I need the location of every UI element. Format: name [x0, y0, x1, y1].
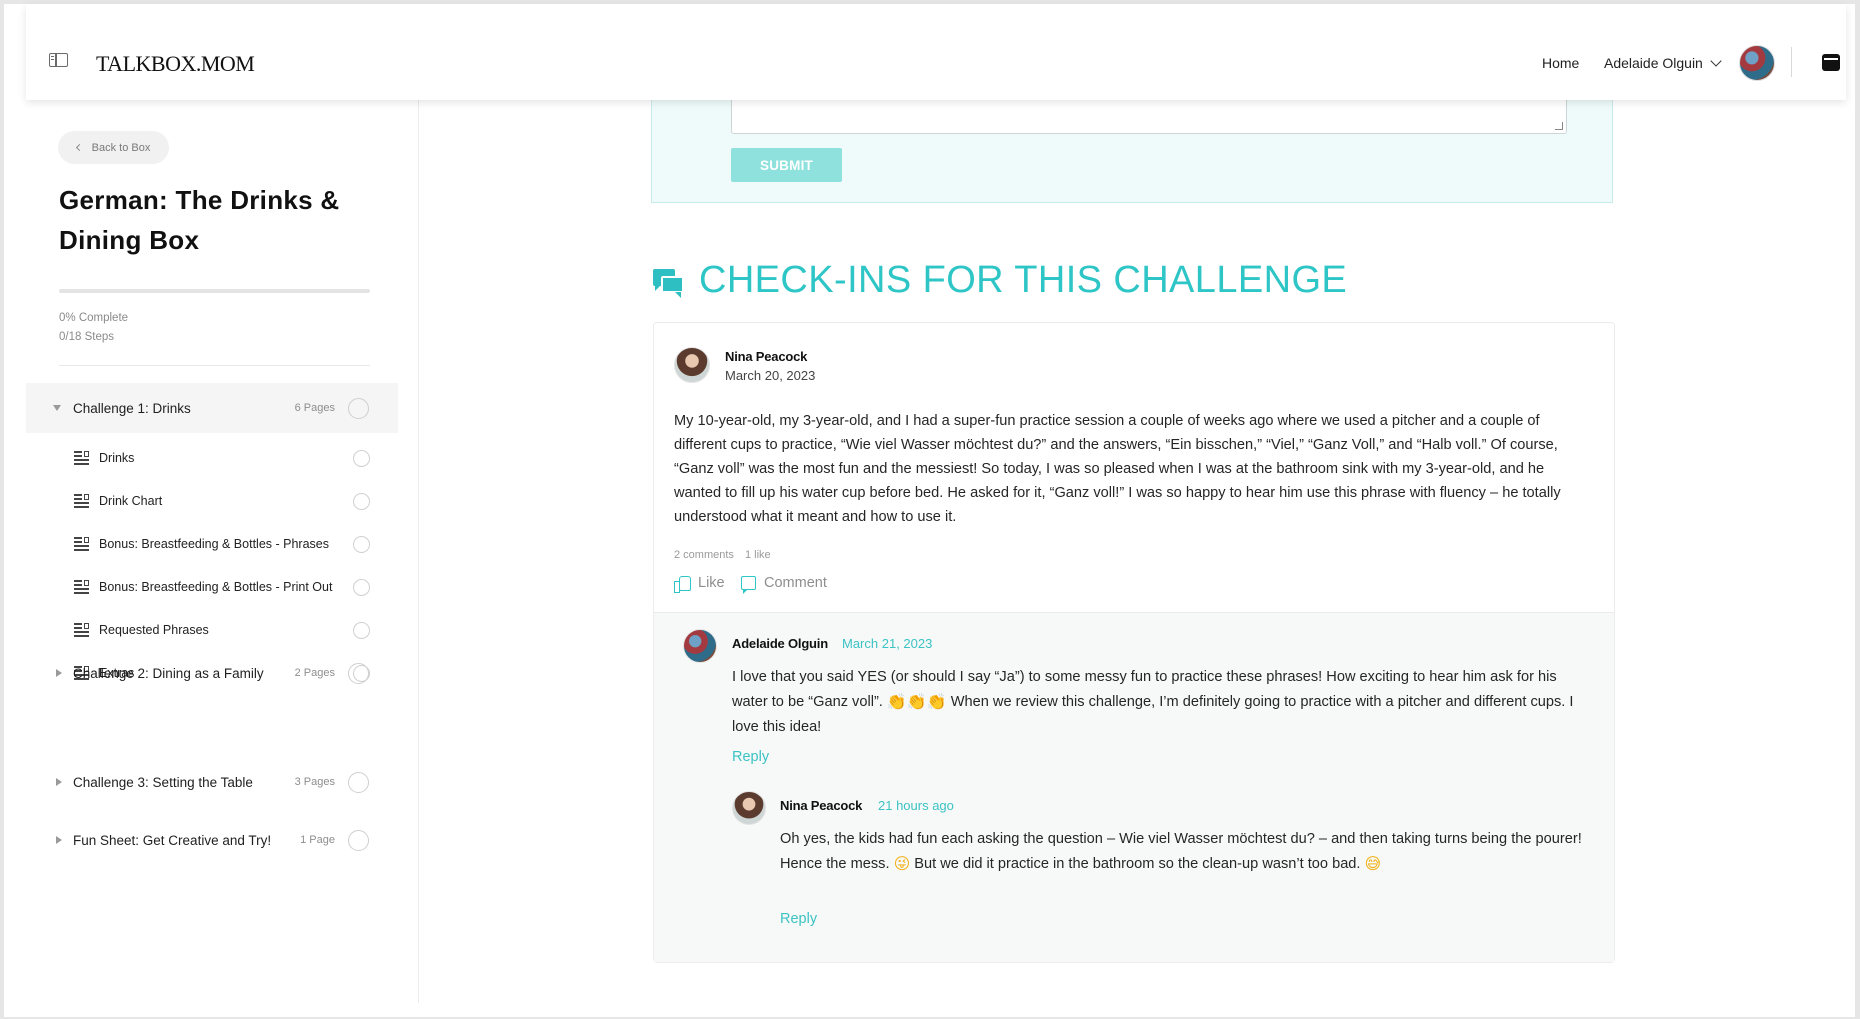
chevron-down-icon: [1710, 55, 1722, 67]
lesson-text-icon: [74, 494, 89, 508]
user-menu[interactable]: Adelaide Olguin: [1604, 55, 1722, 71]
comment-label: Comment: [764, 575, 827, 591]
winking-tongue-emoji: 😜: [893, 854, 911, 873]
section-status-circle: [348, 829, 369, 851]
clapping-hands-emoji: 👏👏👏: [886, 692, 947, 711]
like-label: Like: [698, 575, 725, 591]
checkins-heading: CHECK-INS FOR THIS CHALLENGE: [653, 259, 1347, 302]
post-date: March 20, 2023: [725, 368, 816, 383]
section-page-count: 1 Page: [300, 834, 335, 846]
user-avatar[interactable]: [1739, 45, 1775, 81]
user-name: Adelaide Olguin: [1604, 55, 1703, 71]
section-label: Fun Sheet: Get Creative and Try!: [73, 832, 272, 848]
chevron-left-icon: [75, 143, 83, 152]
section-challenge-3[interactable]: Challenge 3: Setting the Table 3 Pages: [26, 757, 398, 807]
chat-bubbles-icon: [653, 266, 685, 298]
progress-percent-text: 0% Complete: [59, 312, 129, 324]
lesson-label: Drink Chart: [99, 494, 163, 508]
reply-date[interactable]: March 21, 2023: [842, 636, 932, 651]
comment-icon: [741, 576, 756, 594]
dark-mode-toggle-icon[interactable]: [1822, 54, 1840, 71]
section-label: Challenge 2: Dining as a Family: [73, 665, 264, 681]
top-bar: TALKBOX.MOM Home Adelaide Olguin: [26, 4, 1846, 100]
section-label: Challenge 3: Setting the Table: [73, 774, 253, 790]
lesson-status-circle: [353, 621, 370, 639]
section-challenge-1[interactable]: Challenge 1: Drinks 6 Pages: [26, 383, 398, 433]
thumbs-up-icon: [674, 575, 691, 593]
avatar[interactable]: [683, 629, 717, 663]
reply-link[interactable]: Reply: [780, 911, 817, 927]
avatar[interactable]: [674, 347, 710, 383]
grinning-sweat-emoji: 😅: [1364, 854, 1382, 873]
lesson-status-circle: [353, 578, 370, 596]
lesson-item[interactable]: Requested Phrases: [26, 610, 398, 650]
post-author[interactable]: Nina Peacock: [725, 349, 807, 364]
lesson-text-icon: [74, 623, 89, 637]
page-frame: TALKBOX.MOM Home Adelaide Olguin Back to…: [4, 4, 1855, 1017]
section-status-circle: [348, 397, 369, 419]
comments-count[interactable]: 2 comments: [674, 549, 734, 561]
like-button[interactable]: Like: [674, 575, 725, 593]
lesson-item[interactable]: Drinks: [26, 438, 398, 478]
lesson-text-icon: [74, 451, 89, 465]
post-body: My 10-year-old, my 3-year-old, and I had…: [674, 413, 1561, 525]
reply-link[interactable]: Reply: [732, 749, 769, 765]
back-to-box-button[interactable]: Back to Box: [58, 131, 169, 164]
triangle-right-icon[interactable]: [56, 669, 62, 677]
course-sidebar: Back to Box German: The Drinks & Dining …: [26, 100, 419, 1003]
progress-steps-text: 0/18 Steps: [59, 331, 114, 343]
section-status-circle: [348, 662, 369, 684]
back-label: Back to Box: [91, 141, 151, 154]
triangle-down-icon[interactable]: [53, 405, 61, 411]
checkin-textarea[interactable]: [731, 100, 1567, 134]
section-label: Challenge 1: Drinks: [73, 400, 191, 416]
section-page-count: 2 Pages: [294, 667, 335, 679]
reply-text: But we did it practice in the bathroom s…: [910, 856, 1365, 872]
submit-button[interactable]: SUBMIT: [731, 148, 842, 182]
lesson-label: Bonus: Breastfeeding & Bottles - Phrases: [99, 537, 329, 551]
lesson-label: Requested Phrases: [99, 623, 209, 637]
reply-date[interactable]: 21 hours ago: [878, 798, 954, 813]
course-progress-bar: [59, 289, 370, 293]
replies-thread: Adelaide Olguin March 21, 2023 I love th…: [654, 612, 1614, 962]
lesson-item[interactable]: Drink Chart: [26, 481, 398, 521]
reply-body: Oh yes, the kids had fun each asking the…: [780, 827, 1592, 877]
section-fun-sheet[interactable]: Fun Sheet: Get Creative and Try! 1 Page: [26, 815, 398, 865]
post-stats: 2 comments 1 like: [674, 549, 771, 561]
divider: [1791, 47, 1792, 77]
likes-count[interactable]: 1 like: [745, 549, 771, 561]
lesson-status-circle: [353, 535, 370, 553]
lesson-item[interactable]: Bonus: Breastfeeding & Bottles - Phrases: [26, 524, 398, 564]
checkin-card: Nina Peacock March 20, 2023 My 10-year-o…: [653, 322, 1615, 963]
sidebar-toggle-icon[interactable]: [49, 53, 68, 67]
lesson-status-circle: [353, 492, 370, 510]
reply-author[interactable]: Adelaide Olguin: [732, 636, 828, 651]
reply-body: I love that you said YES (or should I sa…: [732, 665, 1592, 740]
site-logo[interactable]: TALKBOX.MOM: [96, 51, 255, 77]
course-title: German: The Drinks & Dining Box: [59, 185, 340, 255]
triangle-right-icon[interactable]: [56, 836, 62, 844]
section-page-count: 3 Pages: [294, 776, 335, 788]
checkin-form: SUBMIT: [651, 90, 1613, 203]
lesson-text-icon: [74, 580, 89, 594]
checkins-title: CHECK-INS FOR THIS CHALLENGE: [699, 259, 1348, 301]
lesson-label: Drinks: [99, 451, 135, 465]
lesson-label: Bonus: Breastfeeding & Bottles - Print O…: [99, 580, 333, 594]
lesson-status-circle: [353, 449, 370, 467]
divider: [59, 365, 370, 366]
section-status-circle: [348, 771, 369, 793]
section-challenge-2[interactable]: Challenge 2: Dining as a Family 2 Pages: [26, 648, 398, 698]
avatar[interactable]: [732, 791, 766, 825]
lesson-item[interactable]: Bonus: Breastfeeding & Bottles - Print O…: [26, 567, 398, 607]
nav-home-link[interactable]: Home: [1542, 55, 1579, 71]
triangle-right-icon[interactable]: [56, 778, 62, 786]
comment-button[interactable]: Comment: [741, 575, 827, 594]
section-page-count: 6 Pages: [294, 402, 335, 414]
reply-author[interactable]: Nina Peacock: [780, 798, 862, 813]
lesson-text-icon: [74, 537, 89, 551]
